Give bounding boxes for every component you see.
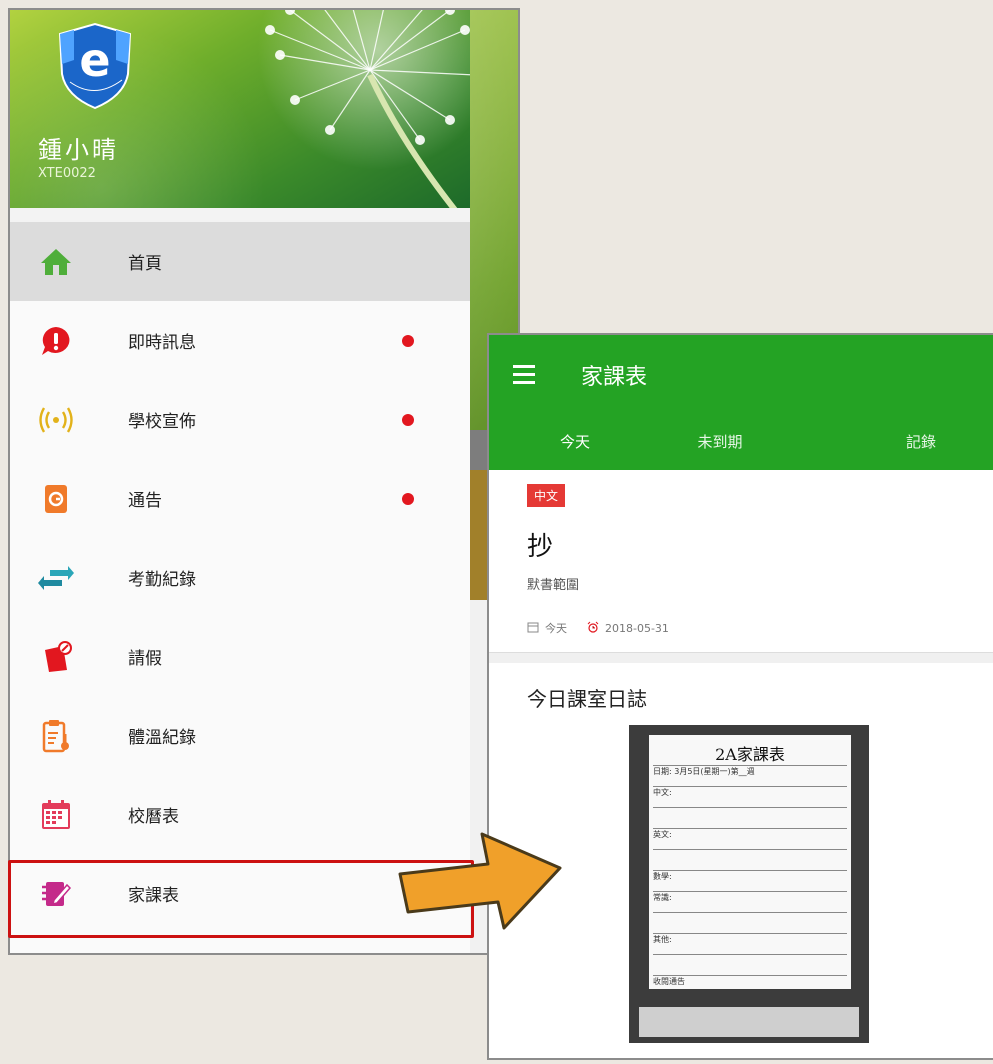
menu-item-label: 校曆表 xyxy=(128,807,179,827)
menu-item-label: 請假 xyxy=(128,649,162,669)
drawer-header: e 鍾小晴 XTE0022 xyxy=(10,10,470,208)
app-bar: 家課表 今天 未到期 記錄 xyxy=(489,335,993,470)
menu-item-attendance[interactable]: 考勤紀錄 xyxy=(10,538,470,617)
drawer-screen: e 鍾小晴 XTE0022 首頁 即時訊息 學校宣佈 通告 考勤紀錄 請假 體溫… xyxy=(8,8,520,955)
divider xyxy=(10,208,470,222)
unread-badge xyxy=(402,492,414,505)
whiteboard-line: 收閱通告 xyxy=(653,975,847,996)
whiteboard-line xyxy=(653,807,847,828)
leave-icon xyxy=(38,639,74,675)
menu-item-label: 首頁 xyxy=(128,254,162,274)
homework-title: 抄 xyxy=(527,532,554,562)
eclass-school-logo: e xyxy=(58,22,132,110)
subject-tag: 中文 xyxy=(527,484,566,507)
menu-item-leave[interactable]: 請假 xyxy=(10,617,470,696)
menu-item-temperature[interactable]: 體溫紀錄 xyxy=(10,696,470,775)
start-date: 今天 xyxy=(545,622,567,635)
whiteboard-line: 常識: xyxy=(653,891,847,912)
attendance-arrows-icon xyxy=(38,560,74,596)
dandelion-image xyxy=(265,10,470,208)
menu-item-label: 學校宣佈 xyxy=(128,412,196,432)
page-title: 家課表 xyxy=(581,365,648,390)
calendar-small-icon xyxy=(527,621,539,636)
thermometer-clipboard-icon xyxy=(38,718,74,754)
whiteboard-line: 英文: xyxy=(653,828,847,849)
menu-item-label: 即時訊息 xyxy=(128,333,196,353)
whiteboard-line xyxy=(653,849,847,870)
menu-item-instant-message[interactable]: 即時訊息 xyxy=(10,301,470,380)
menu-item-home[interactable]: 首頁 xyxy=(10,222,470,301)
whiteboard-tray xyxy=(639,1007,859,1037)
notice-icon xyxy=(38,481,74,517)
whiteboard-title: 2A家課表 xyxy=(715,745,785,764)
diary-title: 今日課室日誌 xyxy=(527,687,647,711)
due-date: 2018-05-31 xyxy=(605,621,669,635)
broadcast-icon xyxy=(38,402,74,438)
navigation-drawer: e 鍾小晴 XTE0022 首頁 即時訊息 學校宣佈 通告 考勤紀錄 請假 體溫… xyxy=(10,10,470,953)
home-icon xyxy=(38,244,74,280)
user-id: XTE0022 xyxy=(38,166,96,181)
whiteboard-line: 其他: xyxy=(653,933,847,954)
whiteboard-photo[interactable]: 2A家課表 日期: 3月5日(星期一)第__週 中文: 英文: 數學: 常識: … xyxy=(629,725,869,1043)
alarm-clock-icon xyxy=(587,621,599,636)
calendar-icon xyxy=(38,797,74,833)
menu-item-label: 體溫紀錄 xyxy=(128,728,196,748)
menu-item-label: 考勤紀錄 xyxy=(128,570,196,590)
unread-badge xyxy=(402,334,414,347)
whiteboard-line: 中文: xyxy=(653,786,847,807)
menu-item-label: 通告 xyxy=(128,491,162,511)
whiteboard-line: 日期: 3月5日(星期一)第__週 xyxy=(653,765,847,786)
menu-item-notice[interactable]: 通告 xyxy=(10,459,470,538)
unread-badge xyxy=(402,413,414,426)
whiteboard: 2A家課表 日期: 3月5日(星期一)第__週 中文: 英文: 數學: 常識: … xyxy=(649,735,851,989)
user-name: 鍾小晴 xyxy=(38,136,119,164)
pointer-arrow-icon xyxy=(398,832,562,930)
homework-meta: 今天 2018-05-31 xyxy=(527,620,669,636)
menu-item-school-announcement[interactable]: 學校宣佈 xyxy=(10,380,470,459)
tab-bar: 今天 未到期 記錄 xyxy=(489,431,993,461)
tab-upcoming[interactable]: 未到期 xyxy=(660,431,780,452)
menu-icon[interactable] xyxy=(513,365,535,389)
alert-message-icon xyxy=(38,323,74,359)
whiteboard-line: 數學: xyxy=(653,870,847,891)
tab-today[interactable]: 今天 xyxy=(515,431,635,452)
homework-description: 默書範圍 xyxy=(527,578,580,593)
homework-screen: 家課表 今天 未到期 記錄 中文 抄 默書範圍 今天 2018-05-31 今日… xyxy=(487,333,993,1060)
whiteboard-line xyxy=(653,912,847,933)
homework-card[interactable]: 中文 抄 默書範圍 今天 2018-05-31 xyxy=(489,470,993,653)
whiteboard-line xyxy=(653,954,847,975)
svg-text:e: e xyxy=(79,33,110,87)
tab-history[interactable]: 記錄 xyxy=(861,431,981,452)
